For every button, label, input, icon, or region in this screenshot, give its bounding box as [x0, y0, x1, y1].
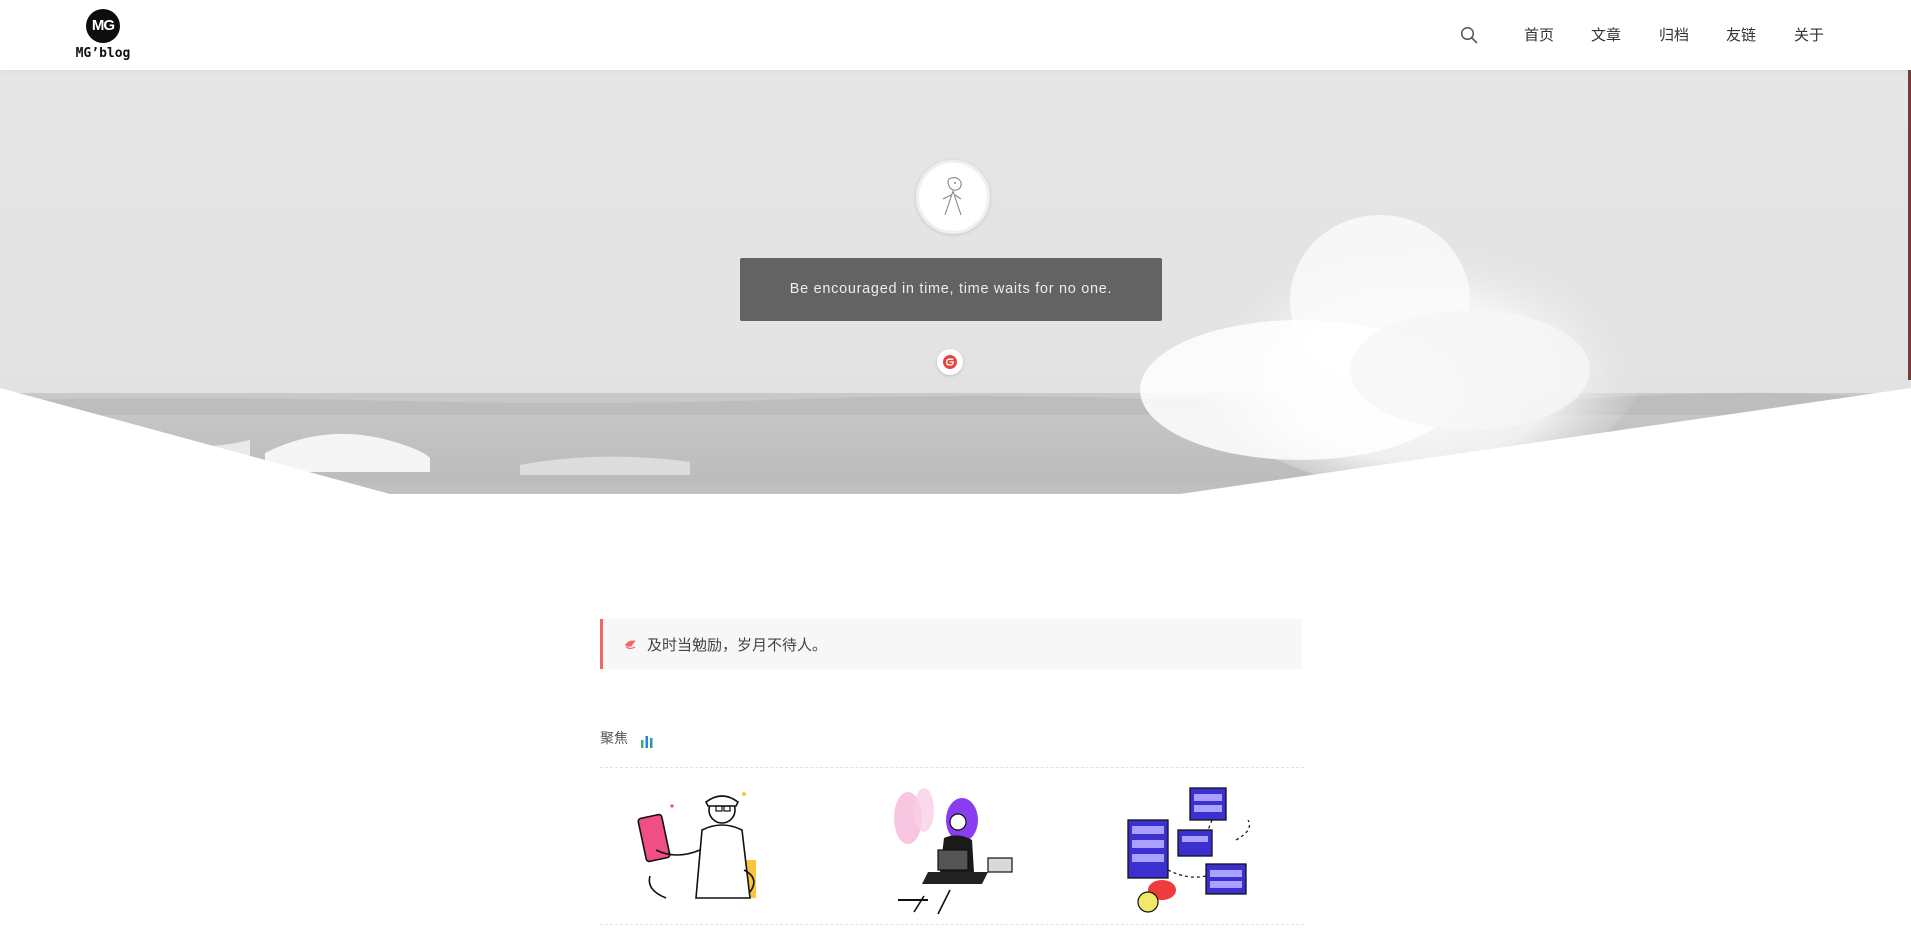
gitee-link[interactable]	[937, 349, 963, 375]
notice-text: 及时当勉励，岁月不待人。	[647, 636, 828, 654]
notice-bar: 及时当勉励，岁月不待人。	[600, 619, 1302, 669]
focus-divider-bottom	[600, 924, 1304, 925]
servers-illustration[interactable]	[1118, 780, 1268, 920]
bar-chart-icon	[641, 736, 653, 748]
nav-item-about[interactable]: 关于	[1794, 24, 1824, 45]
top-navbar: MG MG’blog 首页 文章 归档 友链 关于	[0, 0, 1911, 70]
motto-banner: Be encouraged in time, time waits for no…	[740, 258, 1162, 321]
nav-item-home[interactable]: 首页	[1524, 24, 1554, 45]
logo-badge: MG	[87, 10, 119, 42]
search-icon[interactable]	[1460, 26, 1478, 44]
site-name: MG’blog	[75, 46, 131, 61]
focus-title: 聚焦	[600, 731, 628, 747]
site-logo[interactable]: MG MG’blog	[73, 10, 133, 61]
focus-divider-top	[600, 767, 1304, 768]
woman-laptop-illustration[interactable]	[878, 780, 1028, 920]
gitee-icon	[943, 355, 957, 369]
avatar-sketch-icon	[942, 176, 962, 216]
horn-icon	[625, 640, 636, 650]
focus-header: 聚焦	[600, 728, 653, 748]
nav-item-articles[interactable]: 文章	[1591, 24, 1621, 45]
avatar[interactable]	[916, 160, 990, 234]
hero-banner: Be encouraged in time, time waits for no…	[0, 70, 1911, 565]
nav-item-archive[interactable]: 归档	[1659, 24, 1689, 45]
person-reading-illustration[interactable]	[636, 780, 786, 920]
nav-item-links[interactable]: 友链	[1726, 24, 1756, 45]
